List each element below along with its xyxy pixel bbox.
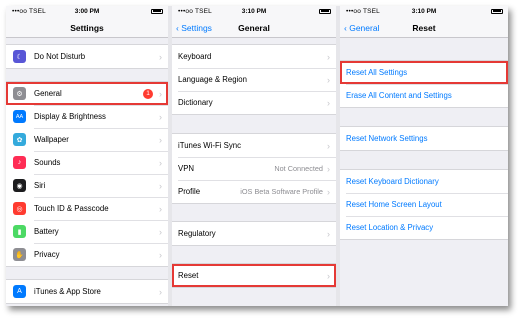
chevron-right-icon: › (159, 157, 162, 168)
settings-item-label: Privacy (34, 250, 60, 259)
reset-location-privacy[interactable]: Reset Location & Privacy (340, 216, 508, 239)
reset-keyboard-dictionary[interactable]: Reset Keyboard Dictionary (340, 170, 508, 193)
chevron-right-icon: › (159, 203, 162, 214)
reset-item-label: Reset Keyboard Dictionary (346, 177, 439, 186)
chevron-right-icon: › (159, 88, 162, 99)
notification-badge: 1 (143, 88, 153, 99)
clock: 3:10 PM (411, 8, 437, 15)
settings-screen: •••oo TSEL 3:00 PM Settings ☾ Do Not Dis… (6, 6, 168, 306)
siri-icon: ◉ (13, 179, 26, 192)
general-item-label: VPN (178, 164, 195, 173)
nav-bar: Settings (6, 18, 168, 38)
nav-bar: ‹ General Reset (340, 18, 508, 38)
battery-icon (489, 8, 503, 15)
general-item-label: iTunes Wi-Fi Sync (178, 141, 241, 150)
gear-icon: ⚙ (13, 87, 26, 100)
screenshot-frame: •••oo TSEL 3:00 PM Settings ☾ Do Not Dis… (6, 6, 508, 306)
chevron-right-icon: › (327, 74, 330, 85)
fingerprint-icon: ◎ (13, 202, 26, 215)
general-item-label: Dictionary (178, 98, 213, 107)
reset-item-label: Reset Network Settings (346, 134, 428, 143)
settings-item-label: Sounds (34, 158, 61, 167)
page-title: Reset (412, 23, 436, 33)
general-item-language-region[interactable]: Language & Region › (172, 68, 336, 91)
settings-item-label: Siri (34, 181, 46, 190)
reset-item-label: Reset All Settings (346, 68, 408, 77)
profile-value: iOS Beta Software Profile (240, 187, 323, 196)
chevron-right-icon: › (159, 286, 162, 297)
settings-item-privacy[interactable]: ✋ Privacy › (6, 243, 168, 266)
general-screen: •••oo TSEL 3:10 PM ‹ Settings General Ke… (172, 6, 336, 306)
general-item-label: Language & Region (178, 75, 247, 84)
settings-item-display-brightness[interactable]: AA Display & Brightness › (6, 105, 168, 128)
clock: 3:00 PM (74, 8, 100, 15)
clock: 3:10 PM (241, 8, 267, 15)
status-bar: •••oo TSEL 3:10 PM (340, 6, 508, 18)
chevron-right-icon: › (327, 51, 330, 62)
flower-icon: ✿ (13, 133, 26, 146)
settings-item-wallpaper[interactable]: ✿ Wallpaper › (6, 128, 168, 151)
chevron-right-icon: › (159, 111, 162, 122)
erase-all-content[interactable]: Erase All Content and Settings (340, 84, 508, 107)
reset-network-settings[interactable]: Reset Network Settings (340, 127, 508, 150)
settings-item-label: iTunes & App Store (34, 287, 101, 296)
chevron-right-icon: › (327, 163, 330, 174)
settings-item-touch-id[interactable]: ◎ Touch ID & Passcode › (6, 197, 168, 220)
moon-icon: ☾ (13, 50, 26, 63)
general-item-reset[interactable]: Reset › (172, 264, 336, 287)
page-title: General (238, 23, 270, 33)
general-item-label: Profile (178, 187, 201, 196)
chevron-right-icon: › (327, 97, 330, 108)
battery-icon: ▮ (13, 225, 26, 238)
settings-item-label: Battery (34, 227, 59, 236)
nav-bar: ‹ Settings General (172, 18, 336, 38)
general-item-profile[interactable]: Profile iOS Beta Software Profile › (172, 180, 336, 203)
general-item-label: Keyboard (178, 52, 212, 61)
settings-item-label: Do Not Disturb (34, 52, 86, 61)
speaker-icon: ♪ (13, 156, 26, 169)
app-store-icon: A (13, 285, 26, 298)
hand-icon: ✋ (13, 248, 26, 261)
text-size-icon: AA (13, 110, 26, 123)
general-item-regulatory[interactable]: Regulatory › (172, 222, 336, 245)
reset-item-label: Erase All Content and Settings (346, 91, 452, 100)
page-title: Settings (70, 23, 104, 33)
settings-item-battery[interactable]: ▮ Battery › (6, 220, 168, 243)
reset-item-label: Reset Home Screen Layout (346, 200, 442, 209)
reset-screen: •••oo TSEL 3:10 PM ‹ General Reset Reset… (340, 6, 508, 306)
chevron-right-icon: › (159, 226, 162, 237)
settings-item-label: General (34, 89, 62, 98)
settings-item-label: Touch ID & Passcode (34, 204, 109, 213)
general-item-vpn[interactable]: VPN Not Connected › (172, 157, 336, 180)
chevron-right-icon: › (159, 134, 162, 145)
general-item-label: Regulatory (178, 229, 216, 238)
settings-item-siri[interactable]: ◉ Siri › (6, 174, 168, 197)
reset-all-settings[interactable]: Reset All Settings (340, 61, 508, 84)
settings-item-general[interactable]: ⚙ General 1 › (6, 82, 168, 105)
status-bar: •••oo TSEL 3:00 PM (6, 6, 168, 18)
general-item-itunes-wifi-sync[interactable]: iTunes Wi-Fi Sync › (172, 134, 336, 157)
battery-icon (317, 8, 331, 15)
chevron-right-icon: › (327, 270, 330, 281)
chevron-right-icon: › (159, 180, 162, 191)
battery-icon (149, 8, 163, 15)
general-item-dictionary[interactable]: Dictionary › (172, 91, 336, 114)
settings-item-label: Wallpaper (34, 135, 69, 144)
chevron-right-icon: › (327, 140, 330, 151)
general-item-label: Reset (178, 271, 199, 280)
status-bar: •••oo TSEL 3:10 PM (172, 6, 336, 18)
chevron-right-icon: › (159, 249, 162, 260)
vpn-status: Not Connected (274, 164, 323, 173)
general-item-keyboard[interactable]: Keyboard › (172, 45, 336, 68)
settings-item-label: Display & Brightness (34, 112, 106, 121)
settings-item-sounds[interactable]: ♪ Sounds › (6, 151, 168, 174)
reset-item-label: Reset Location & Privacy (346, 223, 434, 232)
settings-item-itunes-app-store[interactable]: A iTunes & App Store › (6, 280, 168, 303)
chevron-right-icon: › (159, 51, 162, 62)
reset-home-screen-layout[interactable]: Reset Home Screen Layout (340, 193, 508, 216)
chevron-right-icon: › (327, 228, 330, 239)
chevron-right-icon: › (327, 186, 330, 197)
settings-item-do-not-disturb[interactable]: ☾ Do Not Disturb › (6, 45, 168, 68)
